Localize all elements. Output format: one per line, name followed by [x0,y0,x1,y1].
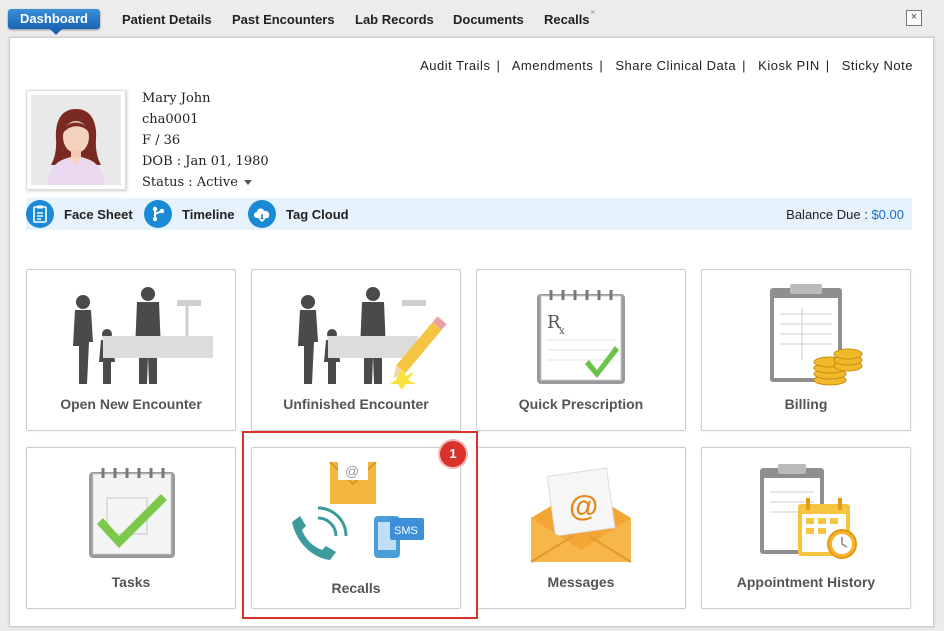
tasks-icon [89,468,175,558]
balance-amount[interactable]: $0.00 [871,207,904,222]
tag-cloud-label: Tag Cloud [286,206,349,222]
timeline-icon [144,200,172,228]
link-share-clinical-data[interactable]: Share Clinical Data [615,58,736,73]
doctor-family-pencil-icon [298,287,447,390]
tile-messages[interactable]: @ Messages [476,447,686,609]
tile-label: Appointment History [736,574,876,590]
recalls-notification-badge: 1 [440,441,466,467]
dashboard-panel: Audit Trails | Amendments | Share Clinical… [9,37,934,627]
doctor-family-icon [73,287,213,384]
link-separator: | [825,58,830,73]
tab-documents[interactable]: Documents [453,12,524,27]
link-separator: | [599,58,604,73]
tile-label: Tasks [111,574,151,590]
patient-dob: DOB : Jan 01, 1980 [142,154,269,169]
female-avatar-icon [31,95,121,185]
cloud-icon [248,200,276,228]
patient-info: Mary John cha0001 F / 36 DOB : Jan 01, 1… [142,88,269,193]
tile-label: Open New Encounter [60,396,202,412]
tab-bar: Dashboard Patient Details Past Encounter… [0,0,944,35]
tab-recalls[interactable]: Recalls [544,12,590,27]
tab-lab-records[interactable]: Lab Records [355,12,434,27]
tile-tasks[interactable]: Tasks [26,447,236,609]
patient-avatar[interactable] [26,90,126,190]
appointment-history-icon [760,464,857,559]
messages-icon: @ [530,467,632,563]
balance-due: Balance Due : $0.00 [786,207,904,222]
timeline-button[interactable]: Timeline [144,200,235,228]
tile-label: Messages [547,574,615,590]
link-amendments[interactable]: Amendments [512,58,594,73]
patient-status-dropdown[interactable]: Status : Active [142,172,269,193]
link-kiosk-pin[interactable]: Kiosk PIN [758,58,820,73]
tile-label: Unfinished Encounter [283,396,429,412]
face-sheet-button[interactable]: Face Sheet [26,200,133,228]
clipboard-icon [26,200,54,228]
tile-label: Quick Prescription [518,396,644,412]
patient-id: cha0001 [142,112,199,127]
rx-subscript: x [559,326,565,337]
patient-status: Status : Active [142,175,238,190]
top-links: Audit Trails | Amendments | Share Clinical… [420,58,913,73]
tile-billing[interactable]: Billing [701,269,911,431]
tab-dashboard[interactable]: Dashboard [8,9,100,35]
window-close-button[interactable]: × [906,10,922,26]
billing-icon [770,284,863,386]
patient-sex-age: F / 36 [142,133,181,148]
tab-close-icon[interactable]: × [590,7,595,17]
tile-open-new-encounter[interactable]: Open New Encounter [26,269,236,431]
link-sticky-note[interactable]: Sticky Note [842,58,913,73]
prescription-pad-icon: R x [537,290,625,384]
link-separator: | [496,58,501,73]
timeline-label: Timeline [182,206,235,222]
balance-label: Balance Due : [786,207,868,222]
patient-name: Mary John [142,91,211,106]
face-sheet-label: Face Sheet [64,206,133,222]
tile-label: Billing [784,396,828,412]
tile-appointment-history[interactable]: Appointment History [701,447,911,609]
tile-quick-prescription[interactable]: R x Quick Prescription [476,269,686,431]
link-audit-trails[interactable]: Audit Trails [420,58,490,73]
link-separator: | [742,58,747,73]
email-symbol: @ [569,490,598,523]
tag-cloud-button[interactable]: Tag Cloud [248,200,349,228]
tab-past-encounters[interactable]: Past Encounters [232,12,335,27]
chevron-down-icon [243,180,252,185]
tile-unfinished-encounter[interactable]: Unfinished Encounter [251,269,461,431]
tab-patient-details[interactable]: Patient Details [122,12,212,27]
quick-action-bar: Face Sheet Timeline Tag Cloud Balance Du… [26,198,912,230]
